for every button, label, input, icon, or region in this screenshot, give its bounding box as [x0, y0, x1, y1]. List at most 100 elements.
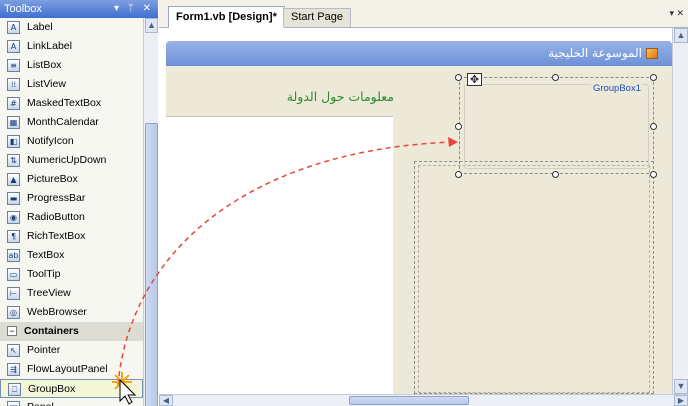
collapse-icon[interactable]: −	[7, 326, 17, 336]
toolbox-item-progressbar[interactable]: ▬ ProgressBar	[0, 189, 143, 208]
notifyicon-icon: ◧	[7, 135, 20, 148]
toolbox-item-picturebox[interactable]: ▲ PictureBox	[0, 170, 143, 189]
toolbox-item-monthcalendar[interactable]: ▦ MonthCalendar	[0, 113, 143, 132]
toolbox-item-label: TextBox	[27, 249, 65, 261]
toolbox-item-label: Label	[27, 21, 53, 33]
toolbox-title: Toolbox	[4, 3, 42, 15]
resize-handle-top[interactable]	[552, 74, 559, 81]
numericupdown-icon: ⇅	[7, 154, 20, 167]
toolbox-scrollbar[interactable]: ▲	[143, 18, 158, 406]
toolbox-item-label[interactable]: A Label	[0, 18, 143, 37]
tab-form1-design[interactable]: Form1.vb [Design]*	[168, 6, 285, 28]
picturebox-icon: ▲	[7, 173, 20, 186]
radiobutton-icon: ◉	[7, 211, 20, 224]
treeview-icon: ⊢	[7, 287, 20, 300]
form-dashed-panel[interactable]	[414, 161, 654, 394]
toolbox-item-label: GroupBox	[28, 383, 76, 395]
resize-handle-right[interactable]	[650, 123, 657, 130]
toolbox-item-label: ToolTip	[27, 268, 61, 280]
toolbox-item-notifyicon[interactable]: ◧ NotifyIcon	[0, 132, 143, 151]
scroll-down-arrow-icon[interactable]: ▼	[674, 379, 688, 394]
monthcalendar-icon: ▦	[7, 116, 20, 129]
toolbox-item-label: ListBox	[27, 59, 62, 71]
toolbox-item-webbrowser[interactable]: ◎ WebBrowser	[0, 303, 143, 322]
form-title: الموسوعة الخليجية	[548, 46, 642, 60]
toolbox-item-numericupdown[interactable]: ⇅ NumericUpDown	[0, 151, 143, 170]
groupbox-label: GroupBox1	[590, 83, 643, 94]
form-heading-label[interactable]: معلومات حول الدولة	[270, 89, 394, 104]
form-app-icon	[646, 48, 658, 59]
listview-icon: ⁞⁞	[7, 78, 20, 91]
toolbox-item-tooltip[interactable]: ▭ ToolTip	[0, 265, 143, 284]
tooltip-icon: ▭	[7, 268, 20, 281]
resize-handle-top-left[interactable]	[455, 74, 462, 81]
tab-start-page[interactable]: Start Page	[283, 8, 351, 27]
toolbox-item-label: RichTextBox	[27, 230, 86, 242]
scroll-left-arrow-icon[interactable]: ◀	[159, 395, 173, 406]
scroll-right-arrow-icon[interactable]: ▶	[674, 395, 688, 406]
toolbox-item-richtextbox[interactable]: ¶ RichTextBox	[0, 227, 143, 246]
resize-handle-top-right[interactable]	[650, 74, 657, 81]
toolbox-item-label: TreeView	[27, 287, 71, 299]
listbox-icon: ≡	[7, 59, 20, 72]
toolbox-item-linklabel[interactable]: A LinkLabel	[0, 37, 143, 56]
toolbox-scroll-thumb[interactable]	[145, 123, 158, 406]
toolbox-item-textbox[interactable]: ab TextBox	[0, 246, 143, 265]
label-icon: A	[7, 21, 20, 34]
designer-horizontal-scrollbar[interactable]: ◀ ▶	[159, 394, 688, 406]
toolbox-item-panel[interactable]: □ Panel	[0, 398, 143, 406]
toolbox-item-label: Panel	[27, 401, 54, 406]
toolbox-item-pointer[interactable]: ↖ Pointer	[0, 341, 143, 360]
toolbox-item-label: ProgressBar	[27, 192, 86, 204]
form-title-bar[interactable]: الموسوعة الخليجية	[166, 41, 672, 66]
groupbox-icon: ⎕	[8, 383, 21, 396]
pointer-icon: ↖	[7, 344, 20, 357]
toolbox-item-label: PictureBox	[27, 173, 78, 185]
flowlayoutpanel-icon: ⇶	[7, 363, 20, 376]
textbox-icon: ab	[7, 249, 20, 262]
toolbox-item-label: FlowLayoutPanel	[27, 363, 108, 375]
toolbox-item-label: MaskedTextBox	[27, 97, 102, 109]
toolbox-item-label: NotifyIcon	[27, 135, 74, 147]
linklabel-icon: A	[7, 40, 20, 53]
resize-handle-left[interactable]	[455, 123, 462, 130]
tab-menu-controls[interactable]: ▾ ✕	[669, 8, 684, 19]
maskedtextbox-icon: #	[7, 97, 20, 110]
toolbox-item-maskedtextbox[interactable]: # MaskedTextBox	[0, 94, 143, 113]
toolbox-item-listbox[interactable]: ≡ ListBox	[0, 56, 143, 75]
groupbox1-control[interactable]: GroupBox1	[459, 77, 654, 174]
toolbox-item-label: MonthCalendar	[27, 116, 99, 128]
category-label: Containers	[24, 325, 79, 337]
toolbox-item-radiobutton[interactable]: ◉ RadioButton	[0, 208, 143, 227]
toolbox-category-containers[interactable]: − Containers	[0, 322, 143, 341]
progressbar-icon: ▬	[7, 192, 20, 205]
toolbox-window-controls[interactable]: ▾ ᛘ ✕	[114, 0, 154, 18]
panel-icon: □	[7, 401, 20, 406]
toolbox-item-label: NumericUpDown	[27, 154, 107, 166]
move-handle-icon[interactable]: ✥	[467, 73, 482, 86]
document-tab-bar: Form1.vb [Design]* Start Page ▾ ✕	[159, 0, 688, 28]
scroll-up-arrow-icon[interactable]: ▲	[674, 28, 688, 43]
form-white-panel[interactable]	[166, 116, 393, 394]
resize-handle-bottom-right[interactable]	[650, 171, 657, 178]
scroll-up-arrow-icon[interactable]: ▲	[145, 18, 158, 33]
toolbox-item-listview[interactable]: ⁞⁞ ListView	[0, 75, 143, 94]
toolbox-item-label: RadioButton	[27, 211, 85, 223]
groupbox-frame	[464, 84, 649, 169]
toolbox-title-bar: Toolbox ▾ ᛘ ✕	[0, 0, 158, 18]
toolbox-item-flowlayoutpanel[interactable]: ⇶ FlowLayoutPanel	[0, 360, 143, 379]
designer-vertical-scrollbar[interactable]: ▲ ▼	[672, 28, 688, 394]
resize-handle-bottom[interactable]	[552, 171, 559, 178]
horizontal-scroll-thumb[interactable]	[349, 396, 469, 405]
toolbox-panel: Toolbox ▾ ᛘ ✕ A Label A LinkLabel ≡ ListBox ⁞⁞…	[0, 0, 158, 406]
richtextbox-icon: ¶	[7, 230, 20, 243]
dashed-panel-inner	[418, 165, 650, 393]
toolbox-item-label: Pointer	[27, 344, 61, 356]
toolbox-item-label: WebBrowser	[27, 306, 87, 318]
toolbox-item-label: ListView	[27, 78, 66, 90]
resize-handle-bottom-left[interactable]	[455, 171, 462, 178]
toolbox-item-groupbox[interactable]: ⎕ GroupBox	[0, 379, 143, 398]
toolbox-item-treeview[interactable]: ⊢ TreeView	[0, 284, 143, 303]
webbrowser-icon: ◎	[7, 306, 20, 319]
toolbox-item-label: LinkLabel	[27, 40, 72, 52]
